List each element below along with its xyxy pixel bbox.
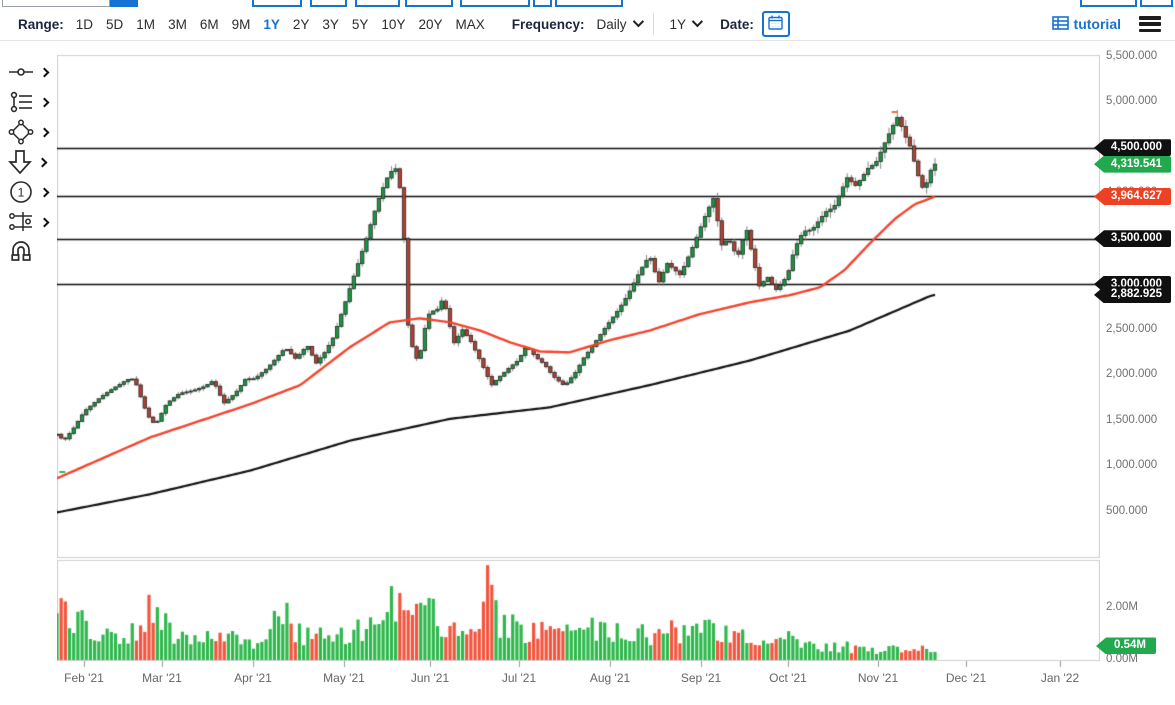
channel-icon [8,209,34,235]
range-option-9m[interactable]: 9M [232,17,251,32]
tutorial-icon [1052,16,1069,33]
svg-text:1: 1 [18,186,25,200]
number-note-tool[interactable]: 1 [8,179,54,205]
price-axis-label: 2,000.000 [1106,368,1157,380]
tutorial-button[interactable]: tutorial [1052,16,1121,33]
frequency-value: Daily [597,17,627,32]
chevron-down-icon [632,16,643,27]
horizontal-line-price-tag[interactable]: 3,500.000 [1094,230,1171,247]
trendline-icon [8,59,34,85]
magnet-snap-icon [8,239,34,265]
charting-app: Range: 1D 5D 1M 3M 6M 9M 1Y 2Y 3Y 5Y 10Y 20Y MAX Fre… [0,0,1175,705]
horizontal-line-price-tag[interactable]: 4,500.000 [1094,139,1171,156]
price-axis-label: 1,500.000 [1106,414,1157,426]
price-readout-tag: 4,319.541 [1094,156,1171,173]
range-options: 1D 5D 1M 3M 6M 9M 1Y 2Y 3Y 5Y 10Y 20Y MAX [76,17,498,32]
period-dropdown[interactable]: 1Y [670,17,703,32]
chevron-down-icon [692,16,703,27]
number-note-icon: 1 [8,179,34,205]
horizontal-line-price-tag[interactable]: 3,000.000 [1094,276,1171,293]
toolbar-divider [653,13,654,35]
volume-axis-label: 0.00M [1106,653,1138,665]
price-axis-label: 1,000.000 [1106,459,1157,471]
range-option-1m[interactable]: 1M [136,17,155,32]
channel-tool[interactable] [8,209,54,235]
chart-toolbar: Range: 1D 5D 1M 3M 6M 9M 1Y 2Y 3Y 5Y 10Y 20Y MAX Fre… [0,8,1175,41]
shape-icon [8,119,34,145]
clipped-button[interactable] [460,0,530,7]
range-option-5d[interactable]: 5D [106,17,123,32]
range-option-1y[interactable]: 1Y [263,17,280,32]
price-axis-label: 2,500.000 [1106,323,1157,335]
chevron-right-icon [40,127,50,137]
clipped-button[interactable] [405,0,453,7]
range-option-max[interactable]: MAX [455,17,484,32]
chevron-right-icon [38,157,48,167]
price-axis-label: 5,000.000 [1106,95,1157,107]
price-axis-label: 500.000 [1106,505,1148,517]
price-chart-canvas[interactable] [57,45,1100,675]
clipped-button[interactable] [1080,0,1137,7]
range-option-3m[interactable]: 3M [168,17,187,32]
calendar-icon [768,15,783,33]
clipped-button[interactable] [2,0,110,7]
hamburger-icon [1139,16,1161,20]
frequency-dropdown[interactable]: Daily [597,17,643,32]
clipped-button[interactable] [110,0,138,7]
range-option-20y[interactable]: 20Y [418,17,442,32]
shape-tool[interactable] [8,119,54,145]
arrow-marker-tool[interactable] [8,149,54,175]
chevron-right-icon [40,67,50,77]
annotation-list-icon [8,89,34,115]
chevron-right-icon [40,217,50,227]
tutorial-label: tutorial [1074,16,1121,32]
volume-readout-tag: 0.54M [1096,637,1156,654]
chevron-right-icon [40,97,50,107]
chevron-right-icon [40,187,50,197]
range-option-5y[interactable]: 5Y [352,17,369,32]
menu-button[interactable] [1139,16,1161,32]
clipped-button[interactable] [533,0,552,7]
annotation-list-tool[interactable] [8,89,54,115]
period-value: 1Y [670,17,687,32]
range-option-1d[interactable]: 1D [76,17,93,32]
volume-axis-label: 2.00M [1106,601,1138,613]
clipped-button[interactable] [355,0,400,7]
clipped-button[interactable] [310,0,347,7]
frequency-label: Frequency: [512,17,585,32]
clipped-button[interactable] [252,0,302,7]
magnet-snap-tool[interactable] [8,239,54,265]
range-option-3y[interactable]: 3Y [322,17,339,32]
date-label: Date: [720,17,754,32]
arrow-marker-icon [8,149,32,175]
clipped-button[interactable] [555,0,623,7]
price-axis-label: 5,500.000 [1106,50,1157,62]
range-label: Range: [18,17,64,32]
clipped-button[interactable] [1140,0,1173,7]
range-option-10y[interactable]: 10Y [381,17,405,32]
range-option-6m[interactable]: 6M [200,17,219,32]
trendline-tool[interactable] [8,59,54,85]
range-option-2y[interactable]: 2Y [293,17,310,32]
horizontal-line-price-tag[interactable]: 3,964.627 [1094,188,1171,205]
clipped-browser-chrome [0,0,1175,8]
date-picker-button[interactable] [762,11,790,37]
